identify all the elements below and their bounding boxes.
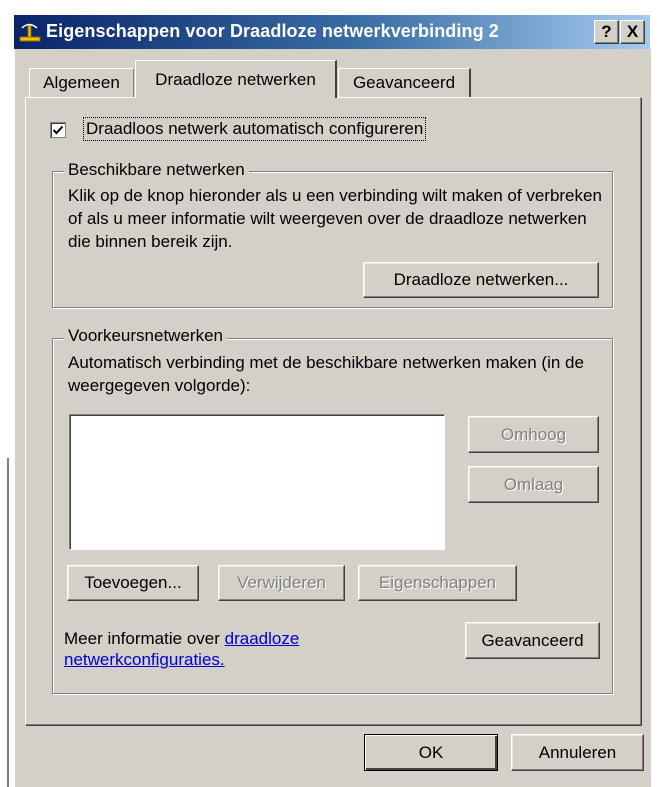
move-down-button[interactable]: Omlaag [468,466,599,503]
preferred-networks-list[interactable] [69,414,445,550]
advanced-button[interactable]: Geavanceerd [465,622,600,659]
add-button[interactable]: Toevoegen... [67,565,199,601]
network-connection-icon [18,20,42,44]
auto-config-checkbox[interactable] [50,122,66,138]
wireless-networks-button[interactable]: Draadloze netwerken... [363,262,599,298]
available-networks-description: Klik op de knop hieronder als u een verb… [68,186,602,251]
move-up-button[interactable]: Omhoog [468,416,599,453]
more-info-prefix: Meer informatie over [64,629,225,648]
help-button[interactable]: ? [594,20,619,44]
tab-wireless-networks[interactable]: Draadloze netwerken [135,60,337,98]
wireless-config-link-part1[interactable]: draadloze [225,629,300,648]
checkmark-icon [52,125,64,135]
preferred-networks-legend: Voorkeursnetwerken [64,326,227,346]
close-button[interactable]: X [620,20,645,44]
preferred-networks-description: Automatisch verbinding met de beschikbar… [68,353,584,395]
cancel-button[interactable]: Annuleren [511,734,644,771]
ok-button[interactable]: OK [364,734,498,771]
background-left-edge [7,458,9,787]
tab-advanced[interactable]: Geavanceerd [338,68,471,97]
window-title: Eigenschappen voor Draadloze netwerkverb… [46,21,499,41]
remove-button[interactable]: Verwijderen [218,565,345,601]
properties-button[interactable]: Eigenschappen [358,565,517,601]
available-networks-legend: Beschikbare netwerken [64,160,249,180]
wireless-config-link-part2[interactable]: netwerkconfiguraties. [64,650,225,669]
auto-config-label[interactable]: Draadloos netwerk automatisch configurer… [82,117,427,141]
more-info-text: Meer informatie over draadloze netwerkco… [64,628,299,670]
tab-general[interactable]: Algemeen [29,68,134,97]
